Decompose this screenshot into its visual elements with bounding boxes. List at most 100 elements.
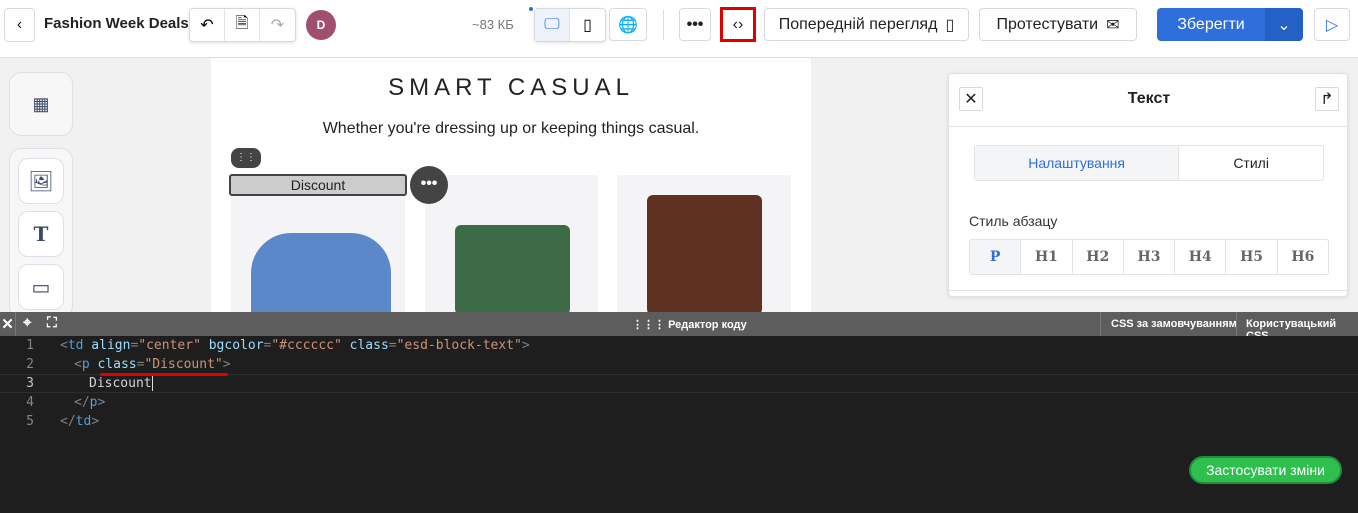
style-h2[interactable]: H2 bbox=[1073, 240, 1124, 274]
code-editor[interactable]: 1 2 3 4 5 <td align="center" bgcolor="#c… bbox=[0, 336, 1358, 513]
token: "Discount" bbox=[144, 357, 223, 372]
panel-title: Текст bbox=[1127, 90, 1171, 107]
undo-icon[interactable]: ↶ bbox=[190, 9, 225, 41]
product-image-brown-shorts bbox=[617, 175, 791, 312]
button-block[interactable]: ▭ bbox=[18, 264, 64, 310]
globe-icon: 🌐 bbox=[618, 16, 638, 34]
line-number: 1 bbox=[26, 338, 34, 353]
test-button[interactable]: Протестувати ✉ bbox=[979, 8, 1137, 41]
current-line-highlight bbox=[0, 374, 1358, 393]
divider bbox=[949, 290, 1349, 291]
chevron-left-icon: ‹ bbox=[16, 16, 23, 33]
code-line-4: </p> bbox=[74, 395, 106, 410]
redo-icon[interactable]: ↷ bbox=[260, 9, 295, 41]
code-button[interactable]: ‹› bbox=[720, 7, 756, 42]
drag-icon: ⋮⋮⋮ bbox=[632, 319, 669, 331]
top-toolbar: ‹ Fashion Week Deals ↶ 🗎 ↷ D ~83 КБ 🖵 ▯ 🌐 •… bbox=[0, 0, 1358, 58]
preview-label: Попередній перегляд bbox=[778, 15, 938, 33]
line-number: 3 bbox=[26, 376, 34, 391]
version-history-icon[interactable]: 🗎 bbox=[225, 9, 260, 41]
token: td bbox=[67, 338, 84, 353]
play-icon: ▷ bbox=[1325, 16, 1339, 34]
send-button[interactable]: ▷ bbox=[1314, 8, 1350, 41]
default-css-tab[interactable]: CSS за замовчуванням bbox=[1111, 318, 1237, 330]
style-h1[interactable]: H1 bbox=[1021, 240, 1073, 274]
token: class bbox=[97, 357, 137, 372]
sweater-shape bbox=[251, 233, 391, 312]
style-p[interactable]: P bbox=[970, 240, 1022, 274]
mobile-icon[interactable]: ▯ bbox=[570, 9, 605, 41]
structures-tool[interactable]: ▦ bbox=[9, 72, 73, 136]
style-h4[interactable]: H4 bbox=[1175, 240, 1227, 274]
divider bbox=[663, 10, 664, 40]
more-icon: ••• bbox=[420, 175, 438, 192]
settings-panel: ✕ Текст ↱ Налаштування Стилі Стиль абзац… bbox=[948, 73, 1349, 297]
layout-icon: ▦ bbox=[32, 93, 50, 114]
section-subtitle: Whether you're dressing up or keeping th… bbox=[322, 120, 700, 137]
text-block[interactable]: T bbox=[18, 211, 64, 257]
selected-text-block[interactable]: Discount bbox=[229, 174, 407, 196]
drag-handle[interactable]: ⋮⋮ bbox=[231, 148, 261, 168]
panel-tabs: Налаштування Стилі bbox=[974, 145, 1324, 181]
divider bbox=[15, 312, 16, 336]
code-editor-header: ✕ ⌖ ⛶ ⋮⋮⋮ Редактор коду CSS за замовчува… bbox=[0, 312, 1358, 342]
arrow-up-icon: ↱ bbox=[1320, 91, 1334, 108]
token: "esd-block-text" bbox=[396, 338, 522, 353]
token: > bbox=[521, 338, 530, 353]
chevron-down-icon: ⌄ bbox=[1277, 16, 1291, 34]
locate-icon[interactable]: ⌖ bbox=[23, 314, 31, 331]
section-heading: SMART CASUAL bbox=[388, 74, 634, 101]
image-icon: 🖼 bbox=[28, 170, 54, 193]
preview-button[interactable]: Попередній перегляд ▯ bbox=[764, 8, 969, 41]
more-icon: ••• bbox=[686, 15, 704, 33]
close-editor-icon[interactable]: ✕ bbox=[0, 315, 15, 333]
test-label: Протестувати bbox=[996, 15, 1099, 33]
save-options-button[interactable]: ⌄ bbox=[1265, 8, 1303, 41]
shorts-shape bbox=[647, 195, 762, 312]
divider bbox=[1100, 312, 1101, 336]
token: "#cccccc" bbox=[271, 338, 342, 353]
image-block[interactable]: 🖼 bbox=[18, 158, 64, 204]
button-icon: ▭ bbox=[31, 276, 51, 299]
fullscreen-icon[interactable]: ⛶ bbox=[47, 314, 57, 331]
block-actions-button[interactable]: ••• bbox=[410, 166, 448, 204]
save-button[interactable]: Зберегти bbox=[1157, 8, 1265, 41]
tab-settings[interactable]: Налаштування bbox=[975, 146, 1180, 180]
divider bbox=[1236, 312, 1237, 336]
template-title: Fashion Week Deals bbox=[44, 15, 189, 32]
token: td bbox=[75, 414, 92, 429]
line-number: 4 bbox=[26, 395, 34, 410]
status-dot bbox=[529, 7, 533, 11]
line-number: 5 bbox=[26, 414, 34, 429]
apply-changes-button[interactable]: Застосувати зміни bbox=[1189, 456, 1342, 484]
globe-button[interactable]: 🌐 bbox=[609, 8, 647, 41]
divider bbox=[949, 126, 1349, 127]
token: p bbox=[81, 357, 90, 372]
email-preview: SMART CASUAL Whether you're dressing up … bbox=[211, 58, 811, 312]
style-h5[interactable]: H5 bbox=[1226, 240, 1278, 274]
mail-icon: ✉ bbox=[1106, 16, 1120, 34]
paragraph-style-buttons: P H1 H2 H3 H4 H5 H6 bbox=[969, 239, 1329, 275]
code-icon: ‹› bbox=[732, 15, 744, 33]
product-image-green-shorts bbox=[425, 175, 598, 312]
style-h6[interactable]: H6 bbox=[1278, 240, 1328, 274]
back-button[interactable]: ‹ bbox=[4, 8, 35, 42]
parent-block-button[interactable]: ↱ bbox=[1315, 87, 1339, 111]
shorts-shape bbox=[455, 225, 570, 312]
tab-styles[interactable]: Стилі bbox=[1179, 146, 1323, 180]
token: "center" bbox=[138, 338, 201, 353]
file-size: ~83 КБ bbox=[472, 17, 514, 32]
token: align bbox=[83, 338, 131, 353]
line-number: 2 bbox=[26, 357, 34, 372]
paragraph-style-label: Стиль абзацу bbox=[969, 213, 1058, 229]
more-button[interactable]: ••• bbox=[679, 8, 711, 41]
code-line-5: </td> bbox=[60, 414, 100, 429]
blocks-panel: 🖼 T ▭ bbox=[9, 148, 73, 318]
editor-title[interactable]: ⋮⋮⋮ Редактор коду bbox=[632, 318, 747, 331]
code-line-3: Discount bbox=[89, 376, 153, 391]
device-toggle: 🖵 ▯ bbox=[534, 8, 606, 42]
desktop-icon[interactable]: 🖵 bbox=[535, 9, 570, 41]
token: bgcolor bbox=[200, 338, 264, 353]
style-h3[interactable]: H3 bbox=[1124, 240, 1176, 274]
avatar[interactable]: D bbox=[306, 10, 336, 40]
